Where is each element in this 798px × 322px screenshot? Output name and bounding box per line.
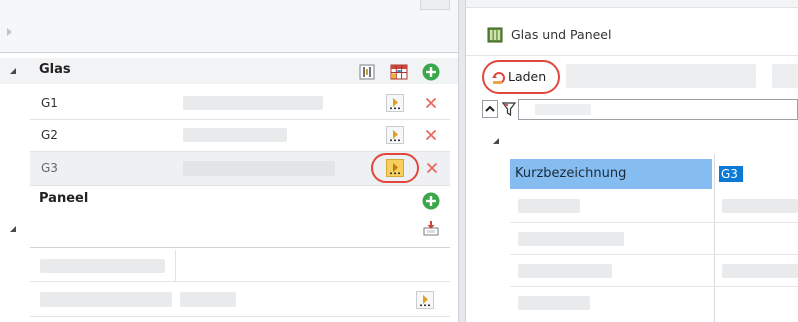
load-button-label: Laden [508,69,547,84]
right-top-strip [466,0,798,8]
export-icon[interactable] [421,218,441,238]
collapse-icon[interactable] [10,68,16,74]
property-label-placeholder [518,232,624,246]
toolbar-placeholder [772,64,798,88]
row-value-placeholder [180,292,236,307]
grid-row-sep [510,254,798,255]
table-row[interactable] [30,283,450,317]
table-row[interactable] [30,250,450,282]
table-row[interactable]: G2 [30,120,450,152]
collapse-up-icon[interactable] [482,100,498,118]
delete-icon[interactable] [422,126,440,144]
add-glas-icon[interactable] [421,62,441,82]
property-label-placeholder [518,296,590,310]
add-paneel-icon[interactable] [421,191,441,211]
columns-icon[interactable] [358,63,376,81]
load-icon[interactable] [386,126,404,144]
load-icon[interactable] [416,291,434,309]
property-label-placeholder [518,199,580,213]
property-label-cell[interactable]: Kurzbezeichnung [510,159,712,189]
load-icon[interactable] [386,159,404,177]
window-title: Glas und Paneel [511,27,612,42]
row-name: G1 [41,96,58,110]
reload-icon [490,68,508,86]
glas-group-label: Glas [39,62,71,77]
property-label: Kurzbezeichnung [515,166,627,181]
property-value-placeholder [722,199,798,213]
row-value-placeholder [40,259,165,273]
row-name: G2 [41,128,58,142]
title-sep [466,55,798,56]
right-panel: Glas und Paneel Laden Kurzbezeichnung G3 [466,0,798,322]
property-label-placeholder [518,264,612,278]
paneel-group-label: Paneel [39,191,89,206]
property-value: G3 [721,167,738,181]
row-name: G3 [41,161,58,175]
row-value-placeholder [183,161,335,176]
panel-splitter[interactable] [458,0,466,322]
expand-right-icon[interactable] [7,28,12,36]
left-header [0,0,458,52]
table-row[interactable]: G1 [30,88,450,120]
window-icon [486,26,504,44]
property-grid: Kurzbezeichnung G3 [510,154,798,322]
filter-icon[interactable] [500,100,518,118]
filter-input[interactable] [518,99,798,120]
row-value-placeholder [183,96,323,110]
delete-icon[interactable] [422,94,440,112]
load-icon[interactable] [386,94,404,112]
collapse-icon[interactable] [10,226,16,232]
grid-row-sep [510,222,798,223]
grid-row-sep [510,286,798,287]
collapse-icon[interactable] [493,138,499,144]
row-sep [30,247,450,248]
property-value-placeholder [722,264,798,278]
left-header-button[interactable] [420,0,450,10]
delete-icon[interactable] [423,159,441,177]
table-row-selected[interactable]: G3 [30,152,450,186]
row-value-placeholder [183,128,287,142]
row-value-placeholder [40,292,172,307]
left-panel: Glas G1 G2 G3 Paneel [0,0,458,322]
grid-divider [714,154,715,322]
property-value-cell[interactable]: G3 [716,159,798,189]
toolbar-placeholder [566,64,756,88]
cell-divider [175,250,176,282]
filter-input-placeholder [535,104,591,115]
left-header-sep [0,52,458,53]
grid-icon[interactable] [389,62,409,82]
